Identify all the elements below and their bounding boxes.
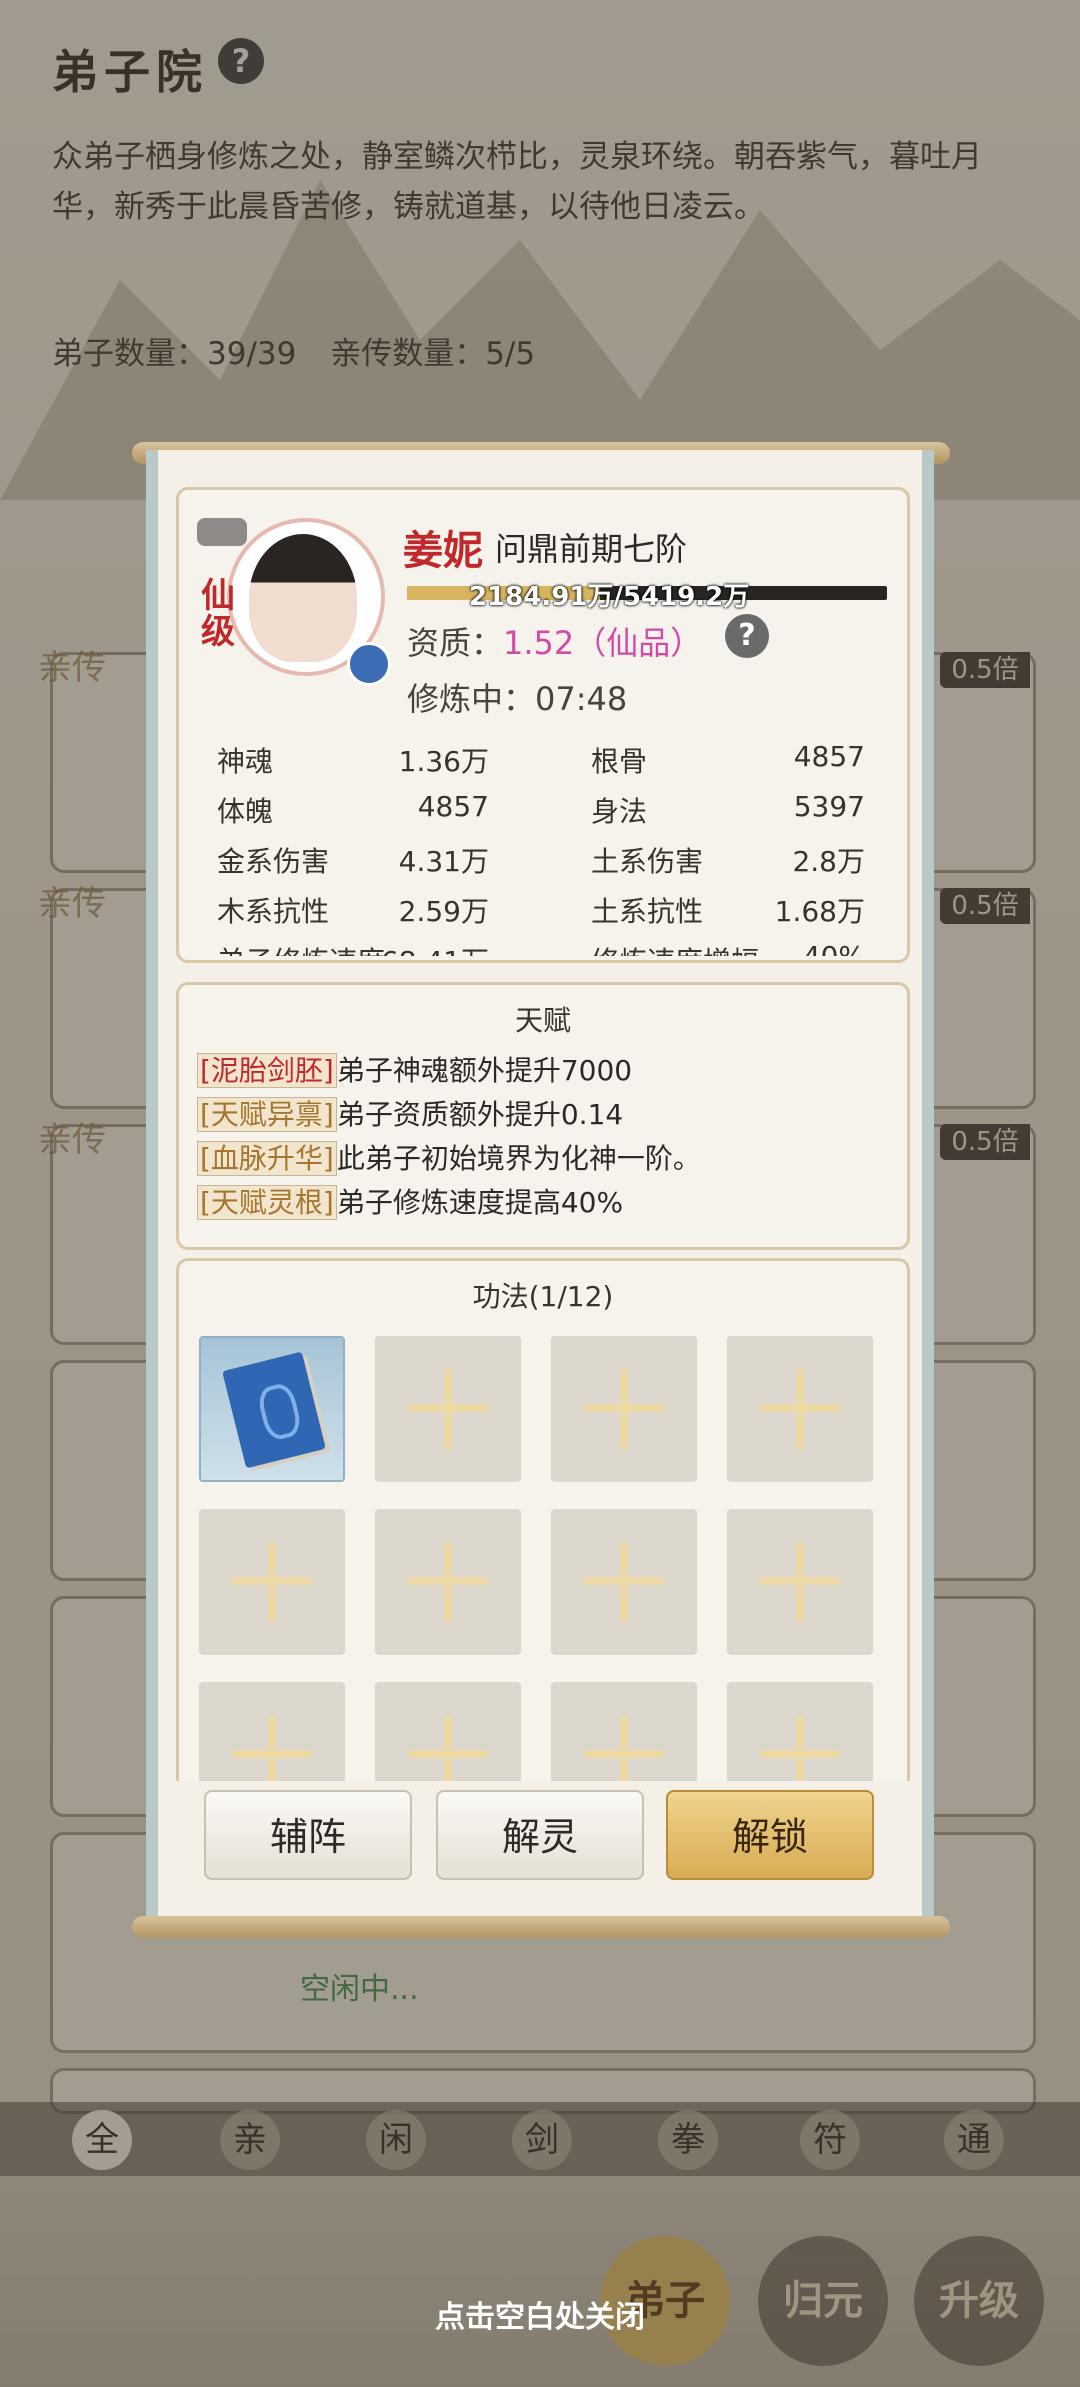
stat-label: 木系抗性 [217, 895, 330, 928]
skill-slot-empty[interactable] [551, 1336, 697, 1482]
disciple-name: 姜妮 [403, 528, 483, 574]
stat-value: 40% [725, 940, 865, 956]
talent-tag: [天赋灵根] [197, 1185, 337, 1220]
stat-row: 弟子修炼速度 68.41万 修炼速度增幅 40% [179, 940, 907, 956]
talent-text: 弟子神魂额外提升7000 [336, 1054, 633, 1087]
stat-value: 2.59万 [398, 895, 489, 928]
plus-icon [796, 1369, 804, 1449]
talent-item: [天赋灵根] 弟子修炼速度提高40% [197, 1181, 623, 1221]
stat-value: 4.31万 [398, 845, 489, 878]
stat-value: 5397 [793, 790, 865, 823]
scroll-bottom-rod [132, 1916, 950, 1938]
stat-label: 金系伤害 [217, 845, 330, 878]
talent-panel: 天赋 [泥胎剑胚] 弟子神魂额外提升7000 [天赋异禀] 弟子资质额外提升0.14… [176, 982, 910, 1250]
stat-value: 68.41万 [349, 940, 489, 956]
plus-icon [620, 1715, 628, 1781]
stat-row: 神魂 1.36万 根骨 4857 [179, 740, 907, 788]
aptitude-label: 资质： [407, 624, 504, 662]
exp-text: 2184.91万/5419.2万 [469, 582, 750, 612]
stat-value: 1.36万 [398, 745, 489, 778]
plus-icon [620, 1542, 628, 1622]
close-hint: 点击空白处关闭 [435, 2300, 645, 2335]
cultivation-status: 修炼中：07:48 [407, 680, 628, 718]
stat-label: 体魄 [217, 795, 274, 828]
skill-slot-empty[interactable] [551, 1509, 697, 1655]
stat-label: 根骨 [591, 745, 648, 778]
plus-icon [796, 1715, 804, 1781]
skill-book-icon [222, 1351, 326, 1469]
stat-label: 身法 [591, 795, 648, 828]
grade-badge: 仙级 [201, 576, 235, 652]
plus-icon [268, 1715, 276, 1781]
skill-slot-empty[interactable] [375, 1336, 521, 1482]
aptitude-help-button[interactable]: ? [725, 614, 769, 658]
stat-value: 1.68万 [774, 895, 865, 928]
skill-slot-empty[interactable] [727, 1336, 873, 1482]
skill-slot-empty[interactable] [199, 1682, 345, 1781]
skill-title: 功法(1/12) [472, 1280, 614, 1313]
talent-tag: [泥胎剑胚] [197, 1053, 337, 1088]
portrait [249, 534, 357, 662]
talent-tag: [血脉升华] [197, 1141, 337, 1176]
plus-icon [444, 1715, 452, 1781]
stat-label: 土系抗性 [591, 895, 704, 928]
stat-label: 土系伤害 [591, 845, 704, 878]
stats-list[interactable]: 神魂 1.36万 根骨 4857 体魄 4857 身法 5397 金系伤害 4.… [179, 740, 907, 956]
stat-value: 2.8万 [792, 845, 865, 878]
talent-text: 此弟子初始境界为化神一阶。 [336, 1142, 701, 1175]
skill-slot-empty[interactable] [375, 1682, 521, 1781]
talent-item: [泥胎剑胚] 弟子神魂额外提升7000 [197, 1049, 632, 1089]
stat-value: 4857 [793, 740, 865, 773]
stat-label: 神魂 [217, 745, 274, 778]
skill-slot-empty[interactable] [199, 1509, 345, 1655]
aptitude: 资质：1.52（仙品） [407, 618, 702, 664]
stat-value: 4857 [417, 790, 489, 823]
stat-row: 木系抗性 2.59万 土系抗性 1.68万 [179, 890, 907, 938]
plus-icon [444, 1542, 452, 1622]
plus-icon [268, 1542, 276, 1622]
talent-text: 弟子修炼速度提高40% [336, 1186, 624, 1219]
skill-slot-empty[interactable] [727, 1682, 873, 1781]
skill-slot-empty[interactable] [551, 1682, 697, 1781]
formation-button[interactable]: 辅阵 [204, 1790, 412, 1880]
talent-item: [血脉升华] 此弟子初始境界为化神一阶。 [197, 1137, 701, 1177]
plus-icon [444, 1369, 452, 1449]
water-element-icon [347, 642, 391, 686]
release-button[interactable]: 解灵 [436, 1790, 644, 1880]
plus-icon [796, 1542, 804, 1622]
stat-row: 体魄 4857 身法 5397 [179, 790, 907, 838]
book-emblem [255, 1381, 304, 1443]
talent-title: 天赋 [514, 1004, 571, 1037]
talent-text: 弟子资质额外提升0.14 [336, 1098, 624, 1131]
ribbon-icon [197, 518, 247, 546]
talent-item: [天赋异禀] 弟子资质额外提升0.14 [197, 1093, 623, 1133]
disciple-realm: 问鼎前期七阶 [495, 530, 688, 568]
skill-slot-empty[interactable] [375, 1509, 521, 1655]
stat-row: 金系伤害 4.31万 土系伤害 2.8万 [179, 840, 907, 888]
question-icon: ? [738, 618, 756, 653]
talent-tag: [天赋异禀] [197, 1097, 337, 1132]
plus-icon [620, 1369, 628, 1449]
aptitude-value: 1.52（仙品） [503, 624, 703, 662]
unlock-button[interactable]: 解锁 [666, 1790, 874, 1880]
skill-slot-empty[interactable] [727, 1509, 873, 1655]
avatar[interactable]: 仙级 [197, 508, 391, 688]
disciple-info-panel: 仙级 姜妮 问鼎前期七阶 2184.91万/5419.2万 资质：1.52（仙品… [176, 487, 910, 963]
skill-panel: 功法(1/12) [176, 1258, 910, 1781]
skill-slot-filled[interactable] [199, 1336, 345, 1482]
